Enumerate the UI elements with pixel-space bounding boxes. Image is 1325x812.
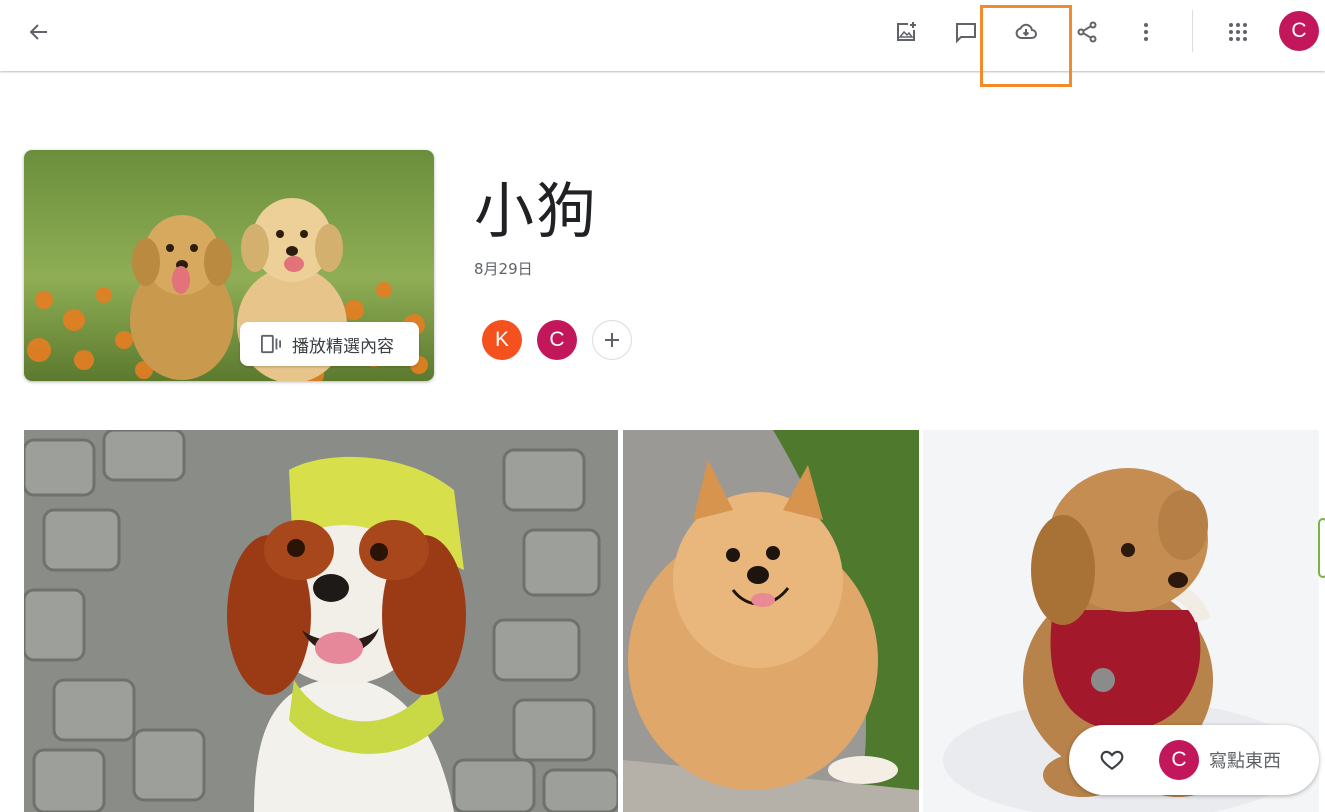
- play-highlights-label: 播放精選內容: [292, 336, 394, 357]
- share-icon: [1077, 21, 1097, 43]
- album-date: 8月29日: [474, 260, 533, 278]
- comment-input[interactable]: 寫點東西: [1209, 747, 1281, 773]
- download-button[interactable]: [1006, 12, 1046, 52]
- account-avatar[interactable]: C: [1279, 11, 1319, 51]
- toolbar-divider: [1192, 10, 1193, 52]
- top-toolbar: C: [0, 0, 1325, 71]
- apps-button[interactable]: [1218, 12, 1258, 52]
- comment-bar: C 寫點東西: [1069, 725, 1319, 795]
- heart-icon: [1100, 750, 1124, 770]
- add-photos-button[interactable]: [886, 12, 926, 52]
- comment-button[interactable]: [946, 12, 986, 52]
- side-panel-handle[interactable]: [1318, 518, 1325, 578]
- album-title[interactable]: 小狗: [474, 163, 598, 250]
- play-highlights-button[interactable]: 播放精選內容: [240, 322, 419, 366]
- more-options-button[interactable]: [1126, 12, 1166, 52]
- arrow-back-icon: [29, 24, 47, 40]
- comment-icon: [956, 23, 976, 44]
- commenter-avatar: C: [1159, 740, 1199, 780]
- more-vert-icon: [1144, 23, 1148, 41]
- slideshow-icon: [260, 334, 281, 354]
- apps-grid-icon: [1229, 23, 1247, 41]
- back-button[interactable]: [19, 12, 59, 52]
- photo-pomeranian[interactable]: [623, 430, 919, 812]
- photo-spaniel[interactable]: [24, 430, 618, 812]
- add-member-button[interactable]: [592, 320, 632, 360]
- member-avatar-c[interactable]: C: [537, 320, 577, 360]
- cloud-download-icon: [1015, 23, 1037, 39]
- add-photo-icon: [897, 22, 916, 41]
- like-button[interactable]: [1094, 742, 1130, 778]
- member-avatar-k[interactable]: K: [482, 320, 522, 360]
- share-button[interactable]: [1067, 12, 1107, 52]
- plus-icon: [605, 333, 619, 347]
